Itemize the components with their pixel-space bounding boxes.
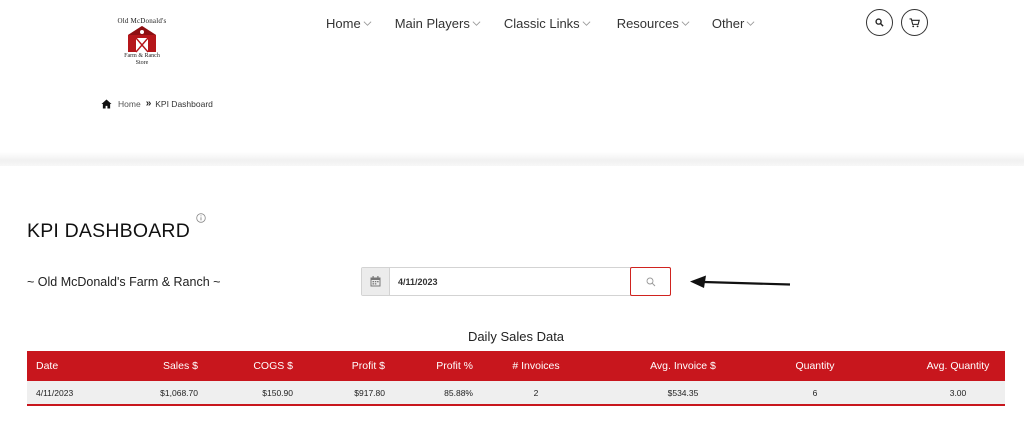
breadcrumb-separator: » [145,98,152,109]
store-logo[interactable]: Old McDonald's Farm & Ranch Store [104,12,180,70]
store-name: ~ Old McDonald's Farm & Ranch ~ [27,275,221,289]
header-search-button[interactable] [866,9,893,36]
column-header-avg-quantity[interactable]: Avg. Quantity [863,360,1005,372]
logo-line-2: Store [135,60,149,66]
site-header: Old McDonald's Farm & Ranch Store Home M… [0,0,1024,162]
date-input[interactable] [390,268,630,295]
logo-line-1: Farm & Ranch [124,53,160,59]
nav-label-home: Home [326,15,361,31]
page-title-wrap: KPI DASHBOARD [27,213,206,243]
search-icon [875,18,884,27]
column-header-quantity[interactable]: Quantity [735,360,863,372]
breadcrumb: Home » KPI Dashboard [101,98,213,109]
search-icon [646,277,655,286]
table-caption: Daily Sales Data [467,329,565,344]
column-header-date[interactable]: Date [27,360,97,372]
column-header-cogs[interactable]: COGS $ [199,360,293,372]
main-nav: Home Main Players Classic Links Resource… [326,14,755,32]
nav-item-resources[interactable]: Resources [617,16,690,31]
cell-invoices: 2 [533,387,539,398]
nav-item-main-players[interactable]: Main Players [395,16,481,31]
breadcrumb-current: KPI Dashboard [155,98,213,109]
info-icon[interactable] [196,213,206,223]
chevron-down-icon [363,20,372,26]
cell-avg-quantity: 3.00 [949,387,967,398]
breadcrumb-home-link[interactable]: Home [118,99,141,109]
cell-date: 4/11/2023 [36,387,74,398]
nav-label-classic-links: Classic Links [503,15,580,31]
logo-bottom-text: Farm & Ranch Store [104,53,180,67]
nav-label-main-players: Main Players [394,15,470,31]
date-picker [361,267,671,296]
home-icon[interactable] [101,98,112,109]
nav-item-other[interactable]: Other [712,16,756,31]
cell-avg-invoice: $534.35 [667,387,699,398]
logo-top-text: Old McDonald's [117,17,167,25]
header-cart-button[interactable] [901,9,928,36]
header-divider [0,152,1024,166]
table-header-row: Date Sales $ COGS $ Profit $ Profit % # … [27,351,1005,381]
date-search-button[interactable] [630,267,671,296]
annotation-arrow [690,275,791,288]
chevron-down-icon [681,20,690,26]
cell-profit: $917.80 [354,387,385,398]
chevron-down-icon [582,20,591,26]
sales-table: Date Sales $ COGS $ Profit $ Profit % # … [27,351,1005,408]
chevron-down-icon [746,20,755,26]
column-header-profit-pct[interactable]: Profit % [385,360,473,372]
column-header-sales[interactable]: Sales $ [97,360,199,372]
nav-label-other: Other [711,15,745,31]
cart-icon [909,17,920,27]
nav-label-resources: Resources [616,15,679,31]
barn-icon [128,26,156,53]
calendar-icon [370,276,381,287]
nav-item-classic-links[interactable]: Classic Links [504,16,591,31]
cell-cogs: $150.90 [262,387,293,398]
column-header-avg-invoice[interactable]: Avg. Invoice $ [585,360,735,372]
column-header-profit[interactable]: Profit $ [293,360,385,372]
page-title: KPI DASHBOARD [27,220,190,242]
table-row: 4/11/2023 $1,068.70 $150.90 $917.80 85.8… [27,381,1005,406]
chevron-down-icon [472,20,481,26]
cell-quantity: 6 [812,387,818,398]
calendar-button[interactable] [362,268,390,295]
cell-profit-pct: 85.88% [444,387,473,398]
cell-sales: $1,068.70 [160,387,198,398]
nav-item-home[interactable]: Home [326,16,372,31]
column-header-invoices[interactable]: # Invoices [473,360,585,372]
